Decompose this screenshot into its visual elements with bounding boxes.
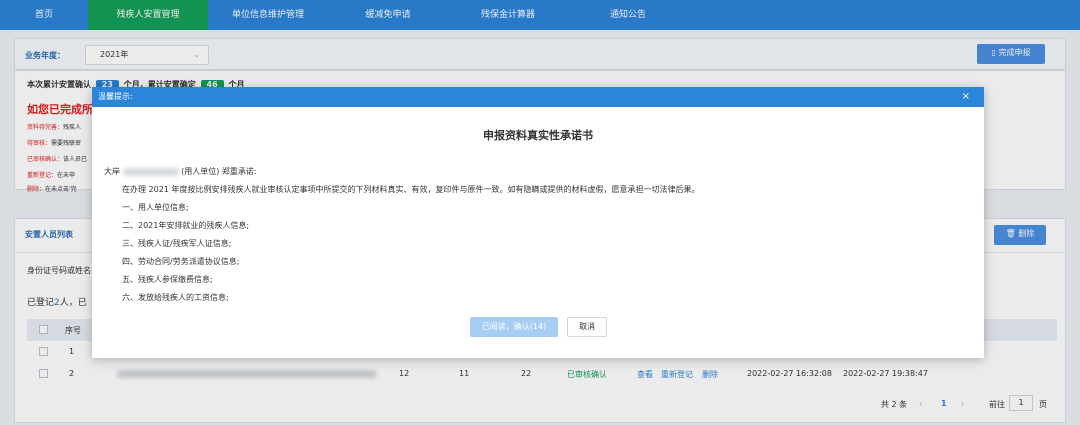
commitment-item: 四、劳动合同/劳务派遣协议信息; [122,257,240,266]
confirm-button[interactable]: 已阅读，确认(14) [470,317,558,337]
commitment-dialog: 温馨提示: × 申报资料真实性承诺书 大岸 (用人单位) 郑重承诺: 在办理 2… [92,87,984,358]
redacted-unit-name [122,167,179,176]
commitment-item: 五、残疾人参保缴费信息; [122,275,213,284]
commitment-item: 三、残疾人证/残疾军人证信息; [122,239,232,248]
commitment-item: 六、发放给残疾人的工资信息; [122,293,229,302]
lead-suffix: (用人单位) 郑重承诺: [181,167,257,176]
dialog-title: 申报资料真实性承诺书 [483,129,593,142]
commitment-item: 二、2021年安排就业的残疾人信息; [122,221,250,230]
dialog-header: 温馨提示: × [92,87,984,107]
dialog-header-title: 温馨提示: [98,92,133,101]
commitment-body: 在办理 2021 年度按比例安排残疾人就业审核认定事项中所提交的下列材料真实、有… [122,185,700,194]
commitment-lead: 大岸 (用人单位) 郑重承诺: [104,166,257,177]
commitment-item: 一、用人单位信息; [122,203,189,212]
lead-prefix: 大岸 [104,167,120,176]
close-icon[interactable]: × [962,87,970,107]
cancel-button[interactable]: 取消 [567,317,607,337]
